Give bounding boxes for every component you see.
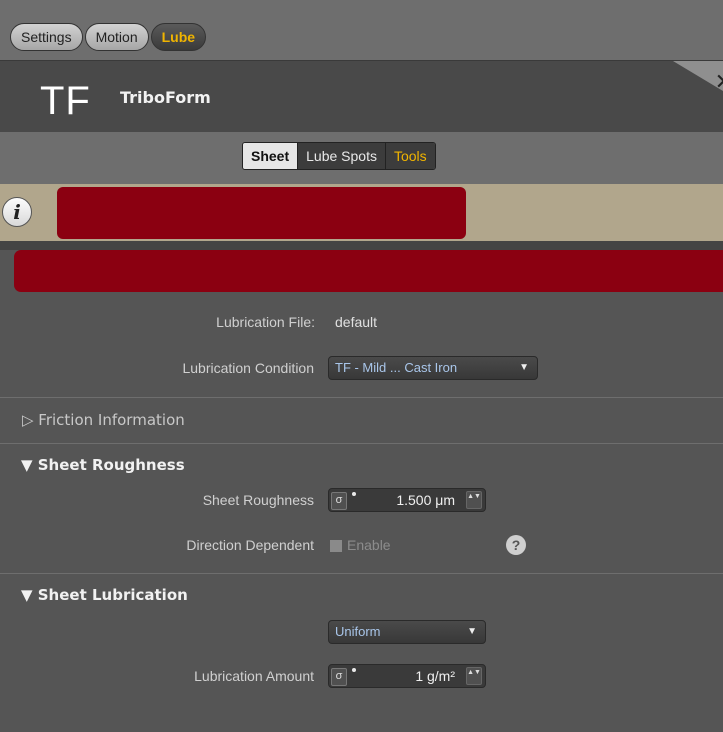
chevron-down-icon: ▼ <box>467 626 477 637</box>
tab-tools[interactable]: Tools <box>384 143 435 169</box>
stepper-icon[interactable]: ▲▼ <box>466 491 482 509</box>
sigma-icon[interactable]: σ <box>331 668 347 686</box>
triboform-logo: TF <box>40 79 91 123</box>
lubrication-distribution-value: Uniform <box>335 624 381 639</box>
tab-motion[interactable]: Motion <box>84 23 149 51</box>
lubrication-amount-label: Lubrication Amount <box>194 668 314 684</box>
lubrication-amount-value: 1 g/m² <box>415 668 455 684</box>
tab-settings[interactable]: Settings <box>10 23 83 51</box>
divider <box>0 241 723 250</box>
info-bar: i <box>0 184 723 241</box>
lubrication-file-value: default <box>335 314 378 330</box>
divider <box>0 397 723 398</box>
sheet-roughness-field[interactable]: σ 1.500 μm ▲▼ <box>328 488 486 512</box>
error-message-bar <box>14 250 723 292</box>
sheet-roughness-label: Sheet Roughness <box>202 492 314 508</box>
sigma-icon[interactable]: σ <box>331 492 347 510</box>
direction-dependent-label: Direction Dependent <box>186 537 314 553</box>
sub-tabs: Sheet Lube Spots Tools <box>242 142 436 170</box>
info-icon[interactable]: i <box>2 197 32 227</box>
top-tabs: Settings Motion Lube <box>10 23 208 51</box>
tab-sheet[interactable]: Sheet <box>243 143 298 169</box>
close-icon[interactable]: ✕ <box>715 69 723 95</box>
tab-lube[interactable]: Lube <box>150 23 207 51</box>
indicator-dot <box>352 668 356 672</box>
info-message <box>57 187 466 239</box>
chevron-down-icon: ▼ <box>519 362 529 373</box>
close-tab[interactable]: ✕ <box>673 61 723 97</box>
divider <box>0 443 723 444</box>
friction-information-header[interactable]: ▷ Friction Information <box>22 411 185 429</box>
plugin-title: TriboForm <box>120 88 211 107</box>
help-icon[interactable]: ? <box>506 535 526 555</box>
lubrication-condition-dropdown[interactable]: TF - Mild ... Cast Iron ▼ <box>328 356 538 380</box>
indicator-dot <box>352 492 356 496</box>
sheet-lubrication-header[interactable]: ▼ Sheet Lubrication <box>21 586 188 604</box>
lubrication-condition-value: TF - Mild ... Cast Iron <box>335 360 458 375</box>
sheet-roughness-header[interactable]: ▼ Sheet Roughness <box>21 456 185 474</box>
tab-lube-spots[interactable]: Lube Spots <box>297 143 385 169</box>
stepper-icon[interactable]: ▲▼ <box>466 667 482 685</box>
lubrication-condition-label: Lubrication Condition <box>182 360 314 376</box>
lubrication-distribution-dropdown[interactable]: Uniform ▼ <box>328 620 486 644</box>
top-tab-bar: Settings Motion Lube <box>0 0 723 60</box>
sub-tab-bar: Sheet Lube Spots Tools <box>0 132 723 184</box>
plugin-header: TF TriboForm ✕ <box>0 60 723 133</box>
sheet-roughness-value: 1.500 μm <box>396 492 455 508</box>
divider <box>0 573 723 574</box>
enable-label: Enable <box>347 537 391 553</box>
lubrication-amount-field[interactable]: σ 1 g/m² ▲▼ <box>328 664 486 688</box>
lubrication-file-label: Lubrication File: <box>216 314 315 330</box>
enable-checkbox[interactable] <box>329 539 343 553</box>
